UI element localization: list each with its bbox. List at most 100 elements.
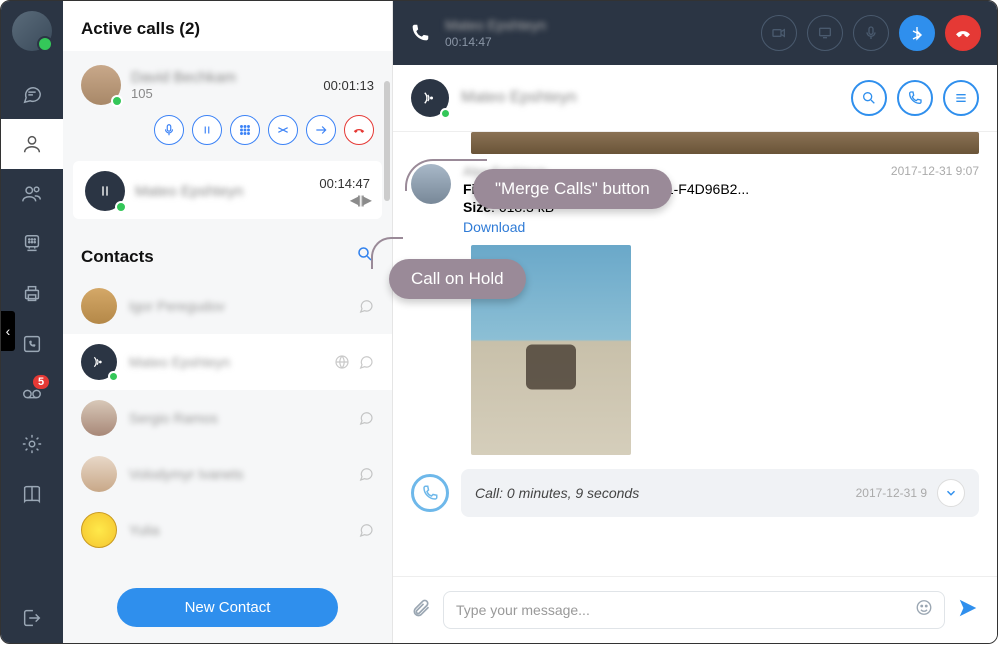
search-icon <box>861 90 877 106</box>
chat-search-button[interactable] <box>851 80 887 116</box>
new-contact-button[interactable]: New Contact <box>117 588 338 627</box>
book-icon <box>21 483 43 505</box>
chat-panel: Mateo Epshteyn 00:14:47 Mateo Epshteyn <box>393 1 997 643</box>
mic-icon <box>863 25 879 41</box>
send-icon <box>957 597 979 619</box>
menu-icon <box>953 90 969 106</box>
nav-settings[interactable] <box>1 419 63 469</box>
contact-avatar <box>81 512 117 548</box>
bluetooth-button[interactable] <box>899 15 935 51</box>
call-duration: 00:01:13 <box>323 78 374 93</box>
contact-item[interactable]: Yulia <box>63 502 392 558</box>
caller-extension: 105 <box>131 86 236 101</box>
contact-item[interactable]: Sergio Ramos <box>63 390 392 446</box>
call-log-ts: 2017-12-31 9 <box>856 486 927 500</box>
hold-button[interactable] <box>192 115 222 145</box>
keypad-button[interactable] <box>230 115 260 145</box>
people-icon <box>21 183 43 205</box>
call-log-icon-wrap <box>411 474 449 512</box>
emoji-icon <box>915 599 933 617</box>
keypad-icon <box>238 123 252 137</box>
contacts-header: Contacts <box>81 247 154 267</box>
chat-icon <box>358 466 374 482</box>
mic-button[interactable] <box>154 115 184 145</box>
panel-scrollbar[interactable] <box>384 81 390 201</box>
chat-header-name: Mateo Epshteyn <box>461 89 577 107</box>
active-calls-header: Active calls (2) <box>63 1 392 51</box>
phone-icon <box>421 484 439 502</box>
chat-icon <box>358 298 374 314</box>
contact-avatar <box>81 288 117 324</box>
chat-icon <box>358 410 374 426</box>
hangup-icon <box>955 25 971 41</box>
screen-share-button[interactable] <box>807 15 843 51</box>
broadcast-icon <box>421 89 439 107</box>
expand-button[interactable] <box>937 479 965 507</box>
image-strip <box>471 132 979 154</box>
hangup-icon <box>352 123 366 137</box>
send-button[interactable] <box>957 597 979 624</box>
forward-icon <box>314 123 328 137</box>
call-banner-name: Mateo Epshteyn <box>445 17 546 33</box>
message-timestamp: 2017-12-31 9:07 <box>891 164 979 179</box>
call-banner-time: 00:14:47 <box>445 35 546 49</box>
emoji-button[interactable] <box>915 599 933 622</box>
message-input[interactable]: Type your message... <box>443 591 945 629</box>
caller-name: David Bechkam <box>131 69 236 86</box>
held-caller-avatar <box>85 171 125 211</box>
gear-icon <box>21 433 43 455</box>
contact-avatar <box>81 400 117 436</box>
chevron-down-icon <box>944 486 958 500</box>
nav-expand-handle[interactable]: ‹ <box>1 311 15 351</box>
nav-book[interactable] <box>1 469 63 519</box>
annotation-hold: Call on Hold <box>389 259 526 299</box>
transfer-button[interactable] <box>306 115 336 145</box>
fax-icon <box>21 283 43 305</box>
download-link[interactable]: Download <box>463 219 979 235</box>
contacts-list: Igor Peregudov Mateo Epshteyn Sergio Ram… <box>63 278 392 574</box>
nav-voicemail[interactable]: 5 <box>1 369 63 419</box>
nav-contacts[interactable] <box>1 119 63 169</box>
contact-item[interactable]: Igor Peregudov <box>63 278 392 334</box>
chat-avatar <box>411 79 449 117</box>
nav-logout[interactable] <box>1 593 63 643</box>
paperclip-icon <box>411 598 431 618</box>
broadcast-icon <box>91 354 107 370</box>
sidebar-nav: 5 ‹ <box>1 1 63 643</box>
nav-team[interactable] <box>1 169 63 219</box>
voicemail-badge: 5 <box>33 375 49 389</box>
phone-icon <box>409 22 431 44</box>
hangup-button[interactable] <box>344 115 374 145</box>
caller-avatar <box>81 65 121 105</box>
calls-panel: Active calls (2) David Bechkam 105 00:01… <box>63 1 393 643</box>
chat-call-button[interactable] <box>897 80 933 116</box>
call-banner: Mateo Epshteyn 00:14:47 <box>393 1 997 65</box>
active-call-1[interactable]: David Bechkam 105 00:01:13 <box>63 51 392 155</box>
mic-icon <box>162 123 176 137</box>
call-log-entry: Call: 0 minutes, 9 seconds 2017-12-31 9 <box>411 469 979 517</box>
globe-icon <box>334 354 350 370</box>
chat-menu-button[interactable] <box>943 80 979 116</box>
profile-avatar[interactable] <box>12 11 52 51</box>
attach-button[interactable] <box>411 598 431 623</box>
call-log-text: Call: 0 minutes, 9 seconds <box>475 485 639 501</box>
held-call-duration: 00:14:47 <box>319 176 370 191</box>
held-caller-name: Mateo Epshteyn <box>135 183 243 200</box>
mic-toggle-button[interactable] <box>853 15 889 51</box>
video-button[interactable] <box>761 15 797 51</box>
nav-chat[interactable] <box>1 69 63 119</box>
dialer-icon <box>21 233 43 255</box>
chat-icon <box>358 354 374 370</box>
merge-calls-button[interactable] <box>268 115 298 145</box>
chat-header: Mateo Epshteyn <box>393 65 997 132</box>
held-call[interactable]: Mateo Epshteyn 00:14:47 ◀|| ||▶ <box>73 161 382 219</box>
contact-avatar <box>81 344 117 380</box>
pause-icon <box>200 123 214 137</box>
contact-item[interactable]: Volodymyr Ivanets <box>63 446 392 502</box>
screen-icon <box>817 25 833 41</box>
contact-item-selected[interactable]: Mateo Epshteyn <box>63 334 392 390</box>
logout-icon <box>21 607 43 629</box>
phone-icon <box>907 90 923 106</box>
nav-dialer[interactable] <box>1 219 63 269</box>
end-call-button[interactable] <box>945 15 981 51</box>
